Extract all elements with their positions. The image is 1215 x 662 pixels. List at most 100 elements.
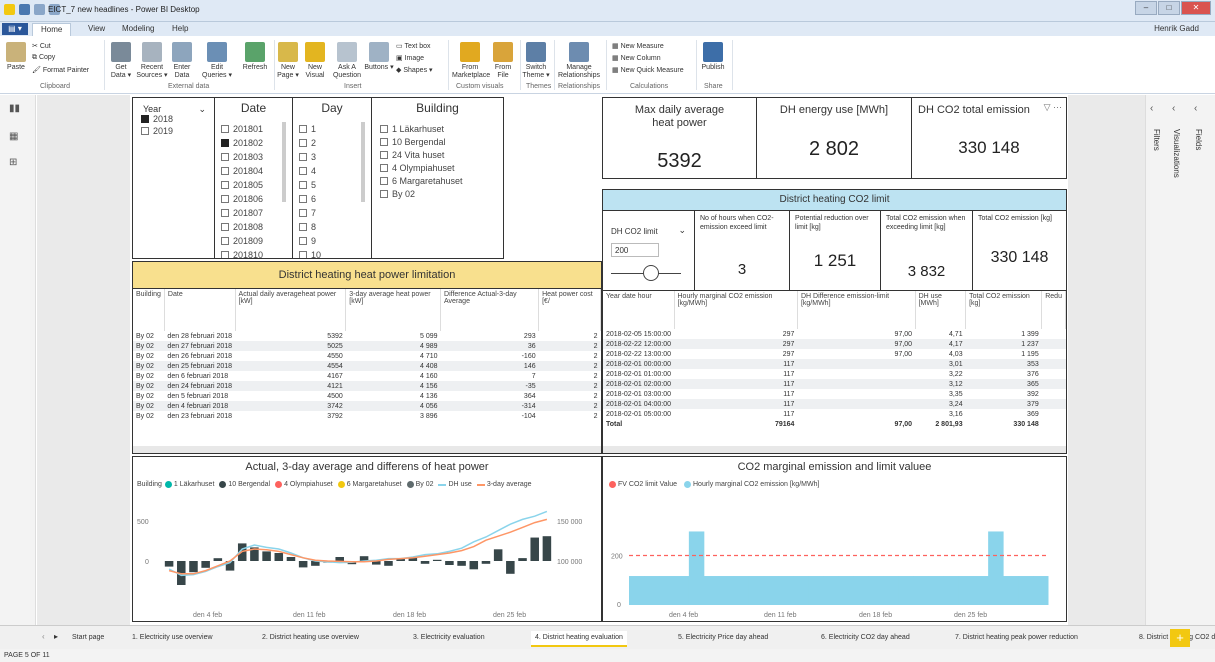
co2-bar[interactable] (913, 576, 929, 605)
column-header[interactable]: DH use [MWh] (915, 291, 967, 329)
legend-item[interactable]: Hourly marginal CO2 emission [kg/MWh] (684, 481, 819, 488)
co2-bar[interactable] (1003, 576, 1019, 605)
date-slicer-item[interactable]: 201802 (221, 138, 263, 148)
date-slicer-scrollbar[interactable] (282, 122, 286, 202)
checkbox[interactable] (380, 164, 388, 172)
date-slicer-item[interactable]: 201803 (221, 152, 263, 162)
table-row[interactable]: By 02 den 5 februari 2018 4500 4 136 364 2 (133, 391, 601, 401)
new-quick-measure-button[interactable]: ▦ New Quick Measure (612, 66, 684, 74)
table-row[interactable]: By 02 den 28 februari 2018 5392 5 099 293 2 (133, 331, 601, 341)
page-tab[interactable]: 5. Electricity Price day ahead (674, 631, 772, 647)
checkbox[interactable] (380, 151, 388, 159)
co2-bar[interactable] (988, 531, 1004, 605)
from-marketplace-button[interactable]: From Marketplace (452, 42, 490, 80)
table-row[interactable]: 2018-02-22 13:00:00 297 97,00 4,03 1 195 (603, 349, 1066, 359)
checkbox[interactable] (299, 209, 307, 217)
model-view-icon[interactable]: ⊞ (9, 157, 23, 169)
minimize-button[interactable]: – (1135, 1, 1157, 15)
collapse-filters-icon[interactable]: ‹ (1150, 103, 1153, 114)
heat-bar[interactable] (189, 561, 198, 573)
legend-item[interactable]: 3-day average (476, 481, 532, 488)
page-tab[interactable]: 6. Electricity CO2 day ahead (817, 631, 914, 647)
heat-bar[interactable] (286, 557, 296, 561)
paste-button[interactable]: Paste (4, 42, 28, 72)
heat-bar[interactable] (201, 561, 210, 568)
table-row[interactable]: 2018-02-01 03:00:00 117 3,35 392 (603, 389, 1066, 399)
report-view-icon[interactable]: ▮▮ (9, 103, 23, 115)
legend-item[interactable]: 10 Bergendal (219, 481, 270, 488)
co2-bar[interactable] (778, 576, 795, 605)
table-row[interactable]: 2018-02-01 00:00:00 117 3,01 353 (603, 359, 1066, 369)
column-header[interactable]: Year date hour (603, 291, 675, 329)
refresh-button[interactable]: Refresh (240, 42, 270, 72)
checkbox[interactable] (221, 195, 229, 203)
building-slicer-item[interactable]: 1 Läkarhuset (380, 124, 444, 134)
column-header[interactable]: Heat power cost [€/ (538, 289, 601, 331)
close-button[interactable]: ✕ (1181, 1, 1211, 15)
heat-bar[interactable] (432, 559, 442, 561)
co2-bar[interactable] (883, 576, 899, 605)
table-row[interactable]: By 02 den 27 februari 2018 5025 4 989 36 2 (133, 341, 601, 351)
co2-bar[interactable] (808, 576, 825, 605)
checkbox[interactable] (299, 237, 307, 245)
table-row[interactable]: 2018-02-01 04:00:00 117 3,24 379 (603, 399, 1066, 409)
shapes-button[interactable]: ◆ Shapes ▾ (396, 66, 433, 74)
horizontal-scrollbar[interactable] (603, 446, 1066, 453)
table-row[interactable]: 2018-02-01 02:00:00 117 3,12 365 (603, 379, 1066, 389)
co2-bar[interactable] (658, 576, 675, 605)
edit-queries-button[interactable]: Edit Queries ▾ (202, 42, 232, 80)
day-slicer-item[interactable]: 2 (299, 138, 316, 148)
co2-bar[interactable] (928, 576, 944, 605)
filters-pane-tab[interactable]: Filters (1152, 129, 1161, 151)
legend-item[interactable]: By 02 (406, 481, 433, 488)
co2-bar[interactable] (823, 576, 839, 605)
checkbox[interactable] (141, 127, 149, 135)
day-slicer-item[interactable]: 8 (299, 222, 316, 232)
day-slicer-item[interactable]: 9 (299, 236, 316, 246)
collapse-visualizations-icon[interactable]: ‹ (1172, 103, 1175, 114)
year-slicer-item[interactable]: 2018 (141, 114, 173, 124)
data-view-icon[interactable]: ▦ (9, 131, 23, 143)
heat-bar[interactable] (335, 557, 344, 561)
heat-bar[interactable] (213, 558, 223, 561)
column-header[interactable]: Actual daily averageheat power [kW] (235, 289, 347, 331)
chevron-down-icon[interactable]: ⌄ (198, 104, 206, 115)
page-tab[interactable]: Start page (68, 631, 108, 647)
table-row[interactable]: By 02 den 24 februari 2018 4121 4 156 -35 2 (133, 381, 601, 391)
table-row[interactable]: 2018-02-01 05:00:00 117 3,16 369 (603, 409, 1066, 419)
co2-bar[interactable] (868, 576, 884, 605)
day-slicer-item[interactable]: 3 (299, 152, 316, 162)
table-row[interactable]: By 02 den 6 februari 2018 4167 4 160 7 2 (133, 371, 601, 381)
column-header[interactable]: 3-day average heat power [kW] (345, 289, 442, 331)
filter-icon[interactable]: ▽ ⋯ (1044, 102, 1062, 113)
tab-help[interactable]: Help (172, 24, 188, 33)
co2-bar[interactable] (1033, 576, 1049, 605)
date-slicer-item[interactable]: 201805 (221, 180, 263, 190)
date-slicer-item[interactable]: 201807 (221, 208, 263, 218)
date-slicer-item[interactable]: 201810 (221, 250, 263, 258)
co2-bar[interactable] (943, 576, 959, 605)
co2-bar[interactable] (673, 576, 690, 605)
checkbox[interactable] (299, 195, 307, 203)
checkbox[interactable] (221, 181, 229, 189)
co2-bar[interactable] (688, 531, 705, 605)
page-tab[interactable]: 3. Electricity evaluation (409, 631, 489, 647)
date-slicer-item[interactable]: 201804 (221, 166, 263, 176)
checkbox[interactable] (299, 153, 307, 161)
format-painter-button[interactable]: 🖌 Format Painter (32, 66, 89, 74)
date-slicer-item[interactable]: 201801 (221, 124, 263, 134)
previous-page-icon[interactable]: ‹ (42, 632, 45, 641)
checkbox[interactable] (221, 251, 229, 258)
co2-bar[interactable] (958, 576, 974, 605)
cut-button[interactable]: ✂ Cut (32, 42, 51, 50)
buttons-button[interactable]: Buttons ▾ (364, 42, 394, 72)
heat-bar[interactable] (493, 549, 503, 561)
building-slicer-item[interactable]: 4 Olympiahuset (380, 163, 455, 173)
column-header[interactable]: Date (164, 289, 236, 331)
page-tab[interactable]: 4. District heating evaluation (531, 631, 627, 647)
checkbox[interactable] (221, 223, 229, 231)
day-slicer-item[interactable]: 6 (299, 194, 316, 204)
get-data-button[interactable]: Get Data ▾ (108, 42, 134, 80)
enter-data-button[interactable]: Enter Data (170, 42, 194, 80)
day-slicer-item[interactable]: 1 (299, 124, 316, 134)
